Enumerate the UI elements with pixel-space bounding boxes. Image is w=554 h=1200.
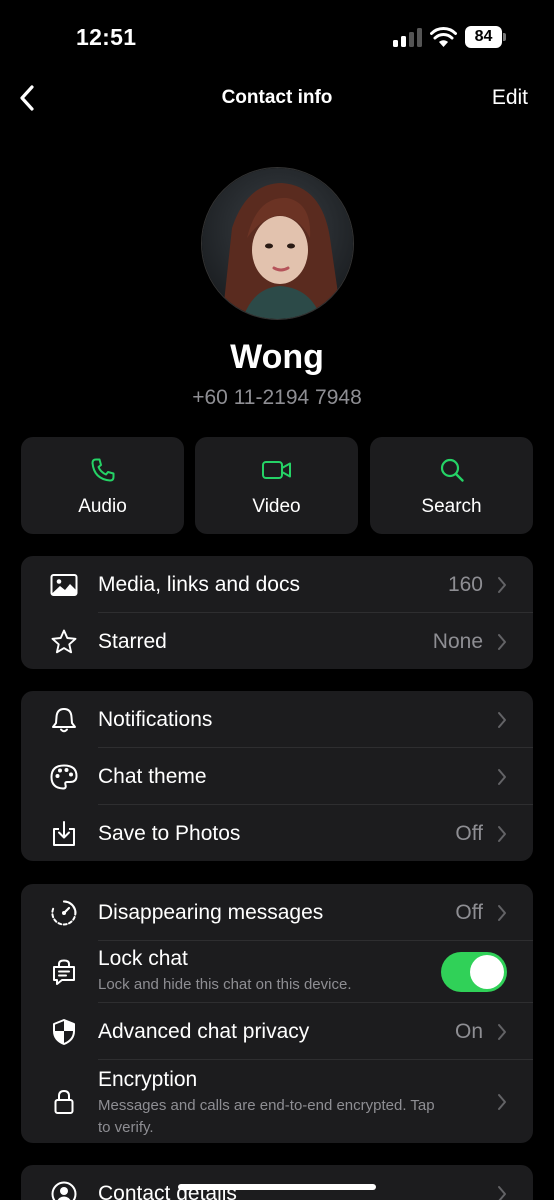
chevron-right-icon xyxy=(498,633,506,650)
audio-label: Audio xyxy=(78,496,127,517)
battery-icon: 84 xyxy=(465,26,507,48)
media-links-docs-row[interactable]: Media, links and docs 160 xyxy=(21,556,533,613)
chevron-right-icon xyxy=(498,1023,506,1040)
bell-icon xyxy=(52,707,76,732)
page-title: Contact info xyxy=(221,87,333,108)
disappearing-value: Off xyxy=(455,900,483,924)
save-to-photos-label: Save to Photos xyxy=(98,821,241,845)
quick-actions: Audio Video Search xyxy=(21,437,533,534)
starred-row[interactable]: Starred None xyxy=(21,613,533,669)
chevron-right-icon xyxy=(498,576,506,593)
starred-value: None xyxy=(432,629,483,653)
lock-icon xyxy=(54,1089,74,1114)
search-label: Search xyxy=(421,496,482,517)
lock-chat-label: Lock chat xyxy=(98,947,188,970)
chevron-right-icon xyxy=(498,1185,506,1200)
profile-photo xyxy=(202,168,353,319)
media-group: Media, links and docs 160 Starred None xyxy=(21,556,533,669)
phone-icon xyxy=(91,458,114,482)
encryption-row[interactable]: Encryption Messages and calls are end-to… xyxy=(21,1060,533,1143)
status-time: 12:51 xyxy=(76,24,137,50)
advanced-privacy-label: Advanced chat privacy xyxy=(98,1019,310,1043)
encryption-label: Encryption xyxy=(98,1068,198,1091)
lock-chat-toggle[interactable] xyxy=(441,952,507,992)
home-indicator[interactable] xyxy=(178,1184,376,1190)
advanced-chat-privacy-row[interactable]: Advanced chat privacy On xyxy=(21,1003,533,1060)
status-bar: 12:51 84 xyxy=(0,0,554,76)
contact-details-group: Contact details xyxy=(21,1165,533,1200)
advanced-privacy-value: On xyxy=(454,1019,483,1043)
shield-icon xyxy=(53,1018,75,1045)
avatar[interactable] xyxy=(201,167,354,320)
video-label: Video xyxy=(252,496,301,517)
encryption-subtitle-line1: Messages and calls are end-to-end encryp… xyxy=(98,1097,435,1114)
battery-level: 84 xyxy=(465,26,502,48)
starred-label: Starred xyxy=(98,629,167,653)
download-icon xyxy=(53,820,75,846)
chevron-right-icon xyxy=(498,711,506,728)
notifications-row[interactable]: Notifications xyxy=(21,691,533,748)
encryption-subtitle-line2: to verify. xyxy=(98,1119,154,1136)
person-circle-icon xyxy=(51,1181,77,1200)
chevron-right-icon xyxy=(498,825,506,842)
wifi-icon xyxy=(430,27,457,47)
search-button[interactable]: Search xyxy=(370,437,533,534)
chat-theme-row[interactable]: Chat theme xyxy=(21,748,533,805)
chevron-right-icon xyxy=(498,768,506,785)
lock-chat-subtitle: Lock and hide this chat on this device. xyxy=(98,976,352,993)
chat-theme-label: Chat theme xyxy=(98,764,207,788)
notifications-label: Notifications xyxy=(98,707,213,731)
contact-phone: +60 11-2194 7948 xyxy=(192,386,362,409)
video-call-button[interactable]: Video xyxy=(195,437,358,534)
disappearing-label: Disappearing messages xyxy=(98,900,324,924)
image-icon xyxy=(50,573,78,596)
media-label: Media, links and docs xyxy=(98,572,300,596)
palette-icon xyxy=(50,764,78,789)
audio-call-button[interactable]: Audio xyxy=(21,437,184,534)
chevron-right-icon xyxy=(498,1093,506,1110)
contact-name: Wong xyxy=(230,338,324,376)
save-to-photos-row[interactable]: Save to Photos Off xyxy=(21,805,533,861)
nav-bar: Contact info Edit xyxy=(0,76,554,120)
cellular-signal-icon xyxy=(393,28,422,47)
chevron-right-icon xyxy=(498,904,506,921)
timer-icon xyxy=(51,900,77,925)
chat-lock-icon xyxy=(53,959,75,985)
contact-details-row[interactable]: Contact details xyxy=(21,1165,533,1200)
video-icon xyxy=(261,461,291,479)
settings-group: Notifications Chat theme Save to Photos … xyxy=(21,691,533,861)
save-to-photos-value: Off xyxy=(455,821,483,845)
media-count: 160 xyxy=(447,572,483,596)
privacy-group: Disappearing messages Off Lock chat Lock… xyxy=(21,884,533,1143)
search-icon xyxy=(440,458,464,482)
star-icon xyxy=(51,629,77,653)
disappearing-messages-row[interactable]: Disappearing messages Off xyxy=(21,884,533,941)
edit-button[interactable]: Edit xyxy=(492,86,528,110)
lock-chat-row: Lock chat Lock and hide this chat on thi… xyxy=(21,941,533,1003)
